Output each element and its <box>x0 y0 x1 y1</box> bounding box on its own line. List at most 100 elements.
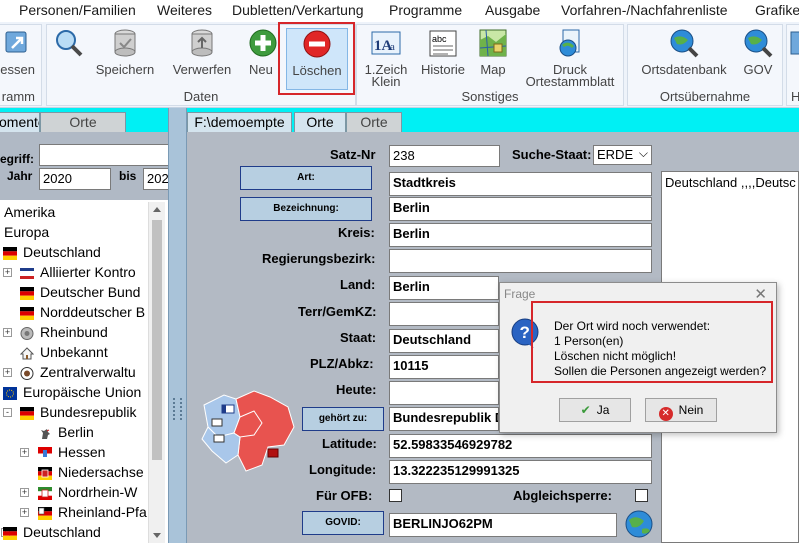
scroll-up-icon[interactable] <box>153 207 161 212</box>
search-icon <box>54 28 84 58</box>
abgleichsperre-checkbox[interactable] <box>635 489 648 502</box>
menu-ausgabe[interactable]: Ausgabe <box>485 2 540 18</box>
dialog-message-line: Löschen nicht möglich! <box>554 349 677 363</box>
expand-icon[interactable]: + <box>20 488 29 497</box>
tree-item-label: Alliierter Kontro <box>40 264 136 280</box>
expand-icon[interactable]: + <box>3 368 12 377</box>
satz-nr-field[interactable]: 238 <box>389 145 500 167</box>
place-tree: Amerika Europa Deutschland + Alliierter Kont… <box>0 202 148 543</box>
bezeichnung-button[interactable]: Bezeichnung: <box>240 197 372 221</box>
seal-icon <box>20 365 34 380</box>
govid-button[interactable]: GOVID: <box>302 511 384 535</box>
tree-scrollbar[interactable] <box>148 202 165 543</box>
ribbon: essen ramm Speichern Verwerfen Neu Lösch… <box>0 22 799 108</box>
discard-button[interactable]: Verwerfen <box>169 28 235 76</box>
latitude-label: Latitude: <box>322 436 377 451</box>
ribbon-group-ortsuebernahme: Ortsdatenbank GOV Ortsübernahme <box>627 24 783 106</box>
splitter-grip[interactable] <box>173 398 182 420</box>
tree-item-label: Rheinland-Pfa <box>58 504 147 520</box>
such-staat-value: ERDE <box>597 147 634 162</box>
map-button[interactable]: Map <box>473 28 513 76</box>
print-ortestammblatt-button[interactable]: Druck Ortestammblatt <box>517 28 623 88</box>
bezeichnung-field[interactable]: Berlin <box>389 197 652 221</box>
tab-database-path[interactable]: F:\demoempte <box>187 112 292 132</box>
font-icon: 1A a <box>371 28 401 58</box>
arrow-icon <box>789 28 799 58</box>
begriff-label: egriff: <box>0 152 34 166</box>
menu-weiteres[interactable]: Weiteres <box>157 2 212 18</box>
menu-vorfahren[interactable]: Vorfahren-/Nachfahrenliste <box>561 2 728 18</box>
art-button[interactable]: Art: <box>240 166 372 190</box>
art-field[interactable]: Stadtkreis <box>389 172 652 196</box>
bear-icon <box>38 425 52 439</box>
expand-icon[interactable]: + <box>3 328 12 337</box>
kreis-field[interactable]: Berlin <box>389 223 652 247</box>
flag-germany-icon <box>20 305 34 320</box>
gehoert-zu-button[interactable]: gehört zu: <box>302 407 384 431</box>
yes-button[interactable]: ✔ Ja <box>559 398 631 422</box>
land-field[interactable]: Berlin <box>389 276 499 300</box>
tree-item-label: Deutscher Bund <box>40 284 141 300</box>
no-button[interactable]: ✕ Nein <box>645 398 717 422</box>
expand-icon[interactable]: + <box>20 508 29 517</box>
menu-programme[interactable]: Programme <box>389 2 462 18</box>
tree-item-label: Hessen <box>58 444 106 460</box>
tree-item-label: Amerika <box>4 204 56 220</box>
pane-splitter[interactable] <box>168 108 187 543</box>
menu-dubletten[interactable]: Dubletten/Verkartung <box>232 2 364 18</box>
begriff-input[interactable] <box>39 144 169 166</box>
menu-grafike[interactable]: Grafike <box>755 2 799 18</box>
flag-germany-icon <box>3 245 17 260</box>
jahr-from-input[interactable]: 2020 <box>39 168 111 190</box>
globe-search-icon <box>669 28 699 58</box>
new-button[interactable]: Neu <box>243 28 283 76</box>
tree-item-label: Zentralverwaltu <box>40 364 136 380</box>
regierungsbezirk-field[interactable] <box>389 249 652 273</box>
dialog-message-line: Der Ort wird noch verwendet: <box>554 319 711 333</box>
history-button[interactable]: abc Historie <box>415 28 471 76</box>
jahr-label: Jahr <box>7 169 33 183</box>
scroll-thumb[interactable] <box>152 220 162 460</box>
tab-orte-2[interactable]: Orte <box>346 112 402 132</box>
tree-item-label: Bundesrepublik <box>40 404 137 420</box>
tab-orte[interactable]: Orte <box>294 112 346 132</box>
menu-personen-familien[interactable]: Personen/Familien <box>19 2 136 18</box>
latitude-field[interactable]: 52.59833546929782 <box>389 434 652 458</box>
question-dialog: Frage ✕ ? Der Ort wird noch verwendet: 1… <box>499 282 777 433</box>
heute-field[interactable] <box>389 381 499 405</box>
tree-item-label: Niedersachse <box>58 464 144 480</box>
flag-eu-icon <box>3 385 17 400</box>
longitude-field[interactable]: 13.322235129991325 <box>389 460 652 484</box>
expand-icon[interactable]: + <box>20 448 29 457</box>
expand-icon[interactable]: + <box>3 268 12 277</box>
gov-button[interactable]: GOV <box>736 28 780 76</box>
terr-gemkz-field[interactable] <box>389 302 499 326</box>
check-icon: ✔ <box>580 403 591 417</box>
staat-field[interactable]: Deutschland <box>389 329 499 353</box>
scroll-down-icon[interactable] <box>153 533 161 538</box>
first-char-small-button[interactable]: 1A a 1.Zeich Klein <box>359 28 413 88</box>
ortsdatenbank-button[interactable]: Ortsdatenbank <box>632 28 736 76</box>
plz-field[interactable]: 10115 <box>389 355 499 379</box>
tab-orte-left[interactable]: Orte <box>40 112 126 132</box>
tab-strip: omente Orte F:\demoempte Orte Orte <box>0 108 799 132</box>
ribbon-group-sonstiges: 1A a 1.Zeich Klein abc Historie Map Druck… <box>356 24 624 106</box>
tab-dokumente[interactable]: omente <box>0 112 40 132</box>
collapse-icon[interactable]: - <box>3 408 12 417</box>
house-icon <box>19 345 35 360</box>
fuer-ofb-label: Für OFB: <box>316 488 373 503</box>
such-staat-select[interactable]: ERDE ⌵ <box>593 145 652 165</box>
filter-panel: egriff: Jahr 2020 bis 202 <box>0 132 173 200</box>
longitude-label: Longitude: <box>309 462 377 477</box>
govid-field[interactable]: BERLINJO62PM <box>389 513 617 537</box>
tree-item-label: Deutschland <box>23 244 101 260</box>
save-button[interactable]: Speichern <box>92 28 158 76</box>
berlin-districts-map <box>196 385 302 475</box>
fuer-ofb-checkbox[interactable] <box>389 489 402 502</box>
partial-button[interactable]: essen <box>0 28 39 76</box>
globe-icon[interactable] <box>624 509 654 539</box>
search-button[interactable] <box>50 28 88 64</box>
database-icon <box>110 28 140 58</box>
partial-right-button[interactable] <box>789 28 799 64</box>
gehoert-zu-field[interactable]: Bundesrepublik D <box>389 407 499 431</box>
